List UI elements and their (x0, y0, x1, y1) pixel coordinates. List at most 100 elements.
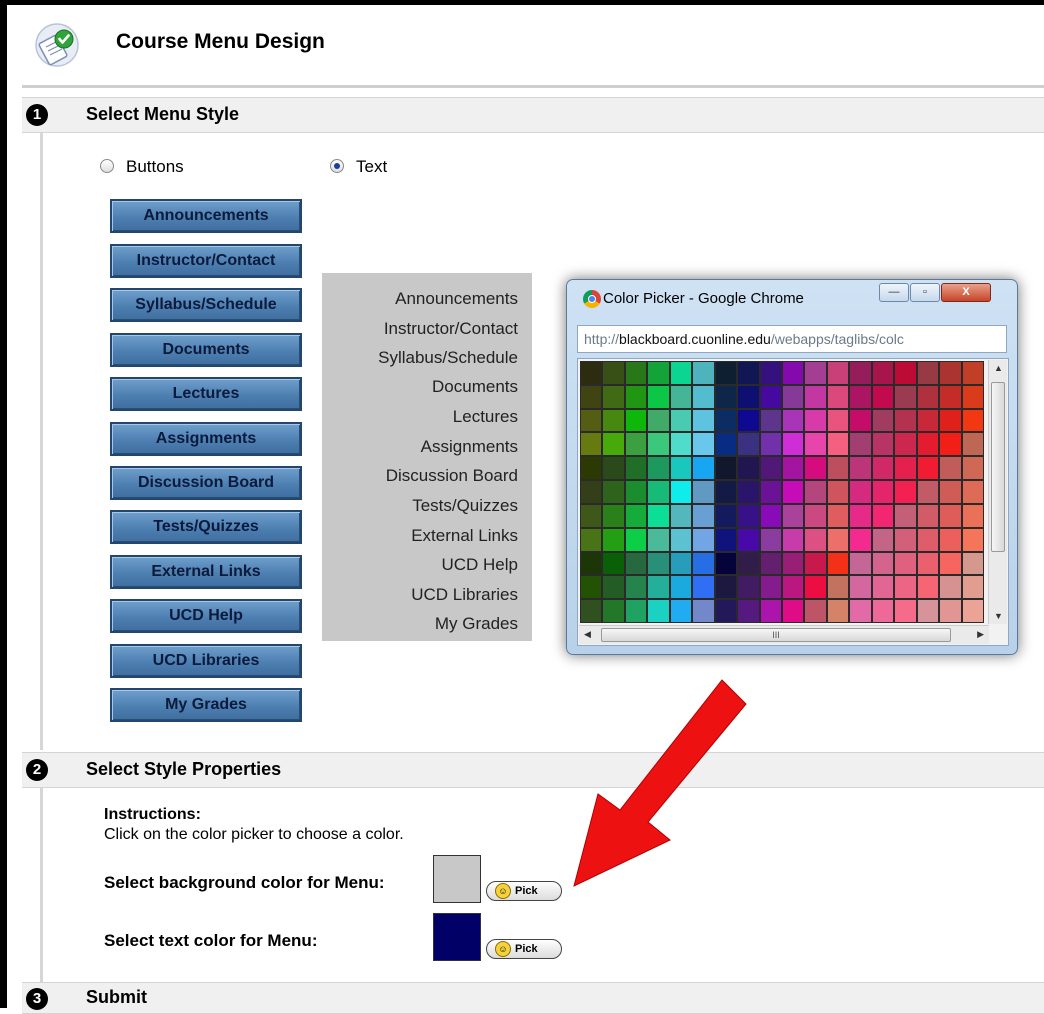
color-swatch[interactable] (603, 362, 624, 384)
color-swatch[interactable] (670, 552, 692, 575)
color-swatch[interactable] (962, 576, 983, 599)
color-swatch[interactable] (738, 385, 759, 408)
text-menu-item[interactable]: Tests/Quizzes (412, 496, 518, 516)
color-swatch[interactable] (783, 409, 804, 432)
color-swatch[interactable] (827, 552, 849, 575)
color-swatch[interactable] (648, 552, 669, 575)
color-swatch[interactable] (962, 362, 983, 384)
color-swatch[interactable] (917, 481, 939, 503)
color-swatch[interactable] (738, 600, 759, 622)
color-swatch[interactable] (715, 362, 737, 384)
color-swatch[interactable] (895, 362, 916, 384)
color-swatch[interactable] (872, 433, 894, 456)
color-swatch[interactable] (603, 433, 624, 456)
color-swatch[interactable] (738, 481, 759, 503)
color-swatch[interactable] (670, 433, 692, 456)
color-swatch[interactable] (715, 552, 737, 575)
color-swatch[interactable] (648, 504, 669, 527)
pick-background-color-button[interactable]: ☺ Pick (486, 881, 562, 901)
color-swatch[interactable] (940, 362, 961, 384)
color-swatch[interactable] (850, 457, 871, 480)
menu-button-announcements[interactable]: Announcements (110, 199, 302, 233)
color-swatch[interactable] (827, 600, 849, 622)
color-swatch[interactable] (940, 528, 961, 551)
color-swatch[interactable] (940, 481, 961, 503)
color-swatch[interactable] (895, 504, 916, 527)
color-swatch[interactable] (625, 504, 647, 527)
color-swatch[interactable] (648, 433, 669, 456)
color-swatch[interactable] (783, 362, 804, 384)
color-swatch[interactable] (738, 504, 759, 527)
color-swatch[interactable] (962, 385, 983, 408)
color-swatch[interactable] (850, 600, 871, 622)
color-swatch[interactable] (917, 409, 939, 432)
color-swatch[interactable] (940, 552, 961, 575)
color-swatch[interactable] (962, 433, 983, 456)
color-swatch[interactable] (917, 433, 939, 456)
color-swatch[interactable] (581, 481, 602, 503)
text-menu-item[interactable]: UCD Libraries (411, 585, 518, 605)
color-swatch[interactable] (850, 362, 871, 384)
color-swatch[interactable] (648, 481, 669, 503)
radio-buttons-style[interactable] (100, 159, 114, 173)
color-swatch[interactable] (625, 481, 647, 503)
color-swatch[interactable] (715, 528, 737, 551)
color-swatch[interactable] (670, 576, 692, 599)
color-swatch[interactable] (917, 457, 939, 480)
color-swatch[interactable] (895, 409, 916, 432)
color-swatch[interactable] (670, 385, 692, 408)
color-swatch[interactable] (693, 552, 714, 575)
color-swatch[interactable] (715, 481, 737, 503)
color-swatch[interactable] (917, 385, 939, 408)
text-menu-item[interactable]: My Grades (435, 614, 518, 634)
color-swatch[interactable] (962, 528, 983, 551)
color-swatch[interactable] (625, 600, 647, 622)
color-swatch[interactable] (760, 552, 781, 575)
color-swatch[interactable] (625, 576, 647, 599)
color-swatch[interactable] (760, 528, 781, 551)
color-swatch[interactable] (917, 600, 939, 622)
color-swatch[interactable] (603, 457, 624, 480)
pick-text-color-button[interactable]: ☺ Pick (486, 939, 562, 959)
color-swatch[interactable] (581, 552, 602, 575)
color-swatch[interactable] (581, 576, 602, 599)
color-swatch[interactable] (715, 433, 737, 456)
color-swatch[interactable] (805, 481, 826, 503)
color-swatch[interactable] (670, 600, 692, 622)
color-swatch[interactable] (827, 433, 849, 456)
color-swatch[interactable] (760, 362, 781, 384)
color-swatch-grid[interactable] (580, 361, 984, 623)
color-swatch[interactable] (805, 600, 826, 622)
color-swatch[interactable] (962, 481, 983, 503)
color-swatch[interactable] (850, 433, 871, 456)
color-swatch[interactable] (827, 481, 849, 503)
color-swatch[interactable] (783, 504, 804, 527)
color-swatch[interactable] (738, 433, 759, 456)
scroll-down-arrow-icon[interactable]: ▼ (994, 611, 1003, 621)
color-swatch[interactable] (603, 409, 624, 432)
color-swatch[interactable] (693, 528, 714, 551)
text-menu-item[interactable]: UCD Help (441, 555, 518, 575)
color-swatch[interactable] (895, 600, 916, 622)
color-swatch[interactable] (715, 600, 737, 622)
color-swatch[interactable] (850, 481, 871, 503)
color-swatch[interactable] (693, 362, 714, 384)
color-swatch[interactable] (872, 504, 894, 527)
color-swatch[interactable] (917, 528, 939, 551)
color-swatch[interactable] (940, 504, 961, 527)
close-button[interactable]: X (941, 283, 991, 302)
color-swatch[interactable] (917, 362, 939, 384)
color-swatch[interactable] (670, 481, 692, 503)
color-swatch[interactable] (693, 409, 714, 432)
menu-button-assignments[interactable]: Assignments (110, 422, 302, 456)
color-swatch[interactable] (805, 433, 826, 456)
color-swatch[interactable] (850, 576, 871, 599)
color-swatch[interactable] (962, 457, 983, 480)
color-swatch[interactable] (827, 528, 849, 551)
color-swatch[interactable] (648, 600, 669, 622)
color-swatch[interactable] (850, 409, 871, 432)
text-menu-item[interactable]: Documents (432, 377, 518, 397)
color-swatch[interactable] (581, 457, 602, 480)
text-menu-item[interactable]: Assignments (421, 437, 518, 457)
scroll-left-arrow-icon[interactable]: ◀ (584, 629, 591, 640)
